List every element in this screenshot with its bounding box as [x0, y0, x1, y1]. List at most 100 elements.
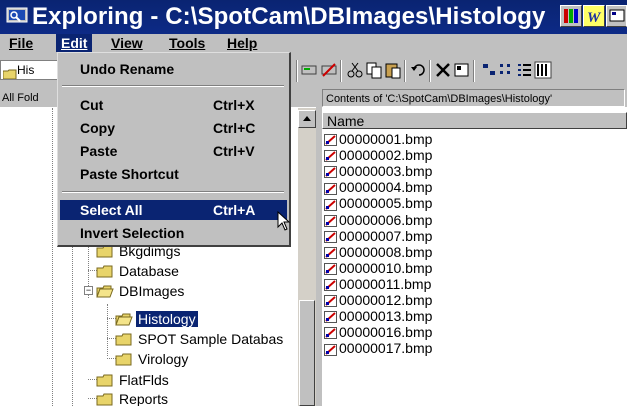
- name-column-header[interactable]: Name: [322, 112, 627, 129]
- menu-bar: File Edit View Tools Help: [0, 34, 627, 52]
- tree-item-label: SPOT Sample Databas: [138, 331, 284, 348]
- paint-file-icon: [324, 343, 337, 356]
- paint-file-icon: [324, 311, 337, 324]
- properties-icon[interactable]: [453, 61, 471, 79]
- file-row[interactable]: 00000004.bmp: [324, 179, 432, 195]
- paint-file-icon: [324, 246, 337, 259]
- file-row[interactable]: 00000002.bmp: [324, 147, 432, 163]
- file-list[interactable]: Name 00000001.bmp 00000002.bmp 00000003.bm…: [322, 108, 627, 406]
- file-name: 00000017.bmp: [339, 340, 433, 357]
- delete-icon[interactable]: [434, 61, 452, 79]
- file-name: 00000001.bmp: [339, 131, 433, 147]
- toolbar-separator: [429, 60, 431, 82]
- menu-invert-selection[interactable]: Invert Selection: [60, 223, 287, 243]
- paint-file-icon: [324, 327, 337, 340]
- file-name: 00000010.bmp: [339, 259, 433, 276]
- file-row[interactable]: 00000008.bmp: [324, 244, 432, 260]
- menu-view-label: View: [111, 35, 143, 51]
- folder-icon: [96, 374, 113, 387]
- copy-icon[interactable]: [365, 61, 383, 79]
- paste-icon[interactable]: [384, 61, 402, 79]
- app-icon[interactable]: [606, 5, 627, 27]
- menu-item-label: Undo Rename: [80, 61, 175, 77]
- large-icons-icon[interactable]: [480, 61, 498, 79]
- file-row[interactable]: 00000003.bmp: [324, 163, 432, 179]
- menu-undo-rename[interactable]: Undo Rename: [60, 59, 287, 79]
- menu-edit[interactable]: Edit: [56, 34, 93, 52]
- menu-cut[interactable]: Cut Ctrl+X: [60, 95, 287, 115]
- menu-copy[interactable]: Copy Ctrl+C: [60, 118, 287, 138]
- menu-item-shortcut: Ctrl+X: [213, 97, 255, 113]
- tree-line: [52, 108, 53, 406]
- menu-tools-label: Tools: [169, 35, 206, 51]
- mouse-cursor-icon: [277, 211, 291, 231]
- file-row[interactable]: 00000005.bmp: [324, 195, 432, 211]
- tree-item-label: Virology: [138, 351, 189, 368]
- paint-file-icon: [324, 295, 337, 308]
- tree-item[interactable]: SPOT Sample Databas: [115, 328, 285, 348]
- file-row[interactable]: 00000006.bmp: [324, 212, 432, 228]
- file-row[interactable]: 00000007.bmp: [324, 228, 432, 244]
- paint-file-icon: [324, 150, 337, 163]
- file-row[interactable]: 00000001.bmp: [324, 131, 432, 147]
- menu-paste[interactable]: Paste Ctrl+V: [60, 141, 287, 161]
- disconnect-drive-icon[interactable]: [320, 61, 338, 79]
- file-name: 00000007.bmp: [339, 227, 433, 244]
- details-view-icon[interactable]: [534, 61, 552, 79]
- toolbar-separator: [296, 60, 298, 82]
- undo-icon[interactable]: [410, 61, 428, 79]
- file-name: 00000016.bmp: [339, 324, 433, 341]
- menu-paste-shortcut[interactable]: Paste Shortcut: [60, 164, 287, 184]
- menu-item-label: Cut: [80, 97, 104, 113]
- toolbar-separator: [340, 60, 342, 82]
- menu-view[interactable]: View: [106, 34, 148, 52]
- arrow-up-icon: [303, 116, 311, 121]
- folder-icon: [115, 353, 132, 366]
- file-row[interactable]: 00000011.bmp: [324, 276, 431, 292]
- menu-item-label: Paste Shortcut: [80, 166, 179, 182]
- small-icons-icon[interactable]: [498, 61, 516, 79]
- file-row[interactable]: 00000012.bmp: [324, 292, 432, 308]
- window-title: Exploring - C:\SpotCam\DBImages\Histolog…: [32, 3, 546, 30]
- file-row[interactable]: 00000017.bmp: [324, 340, 432, 356]
- collapse-toggle[interactable]: −: [84, 286, 93, 295]
- menu-tools[interactable]: Tools: [164, 34, 210, 52]
- title-bar: Exploring - C:\SpotCam\DBImages\Histolog…: [0, 0, 627, 34]
- file-row[interactable]: 00000013.bmp: [324, 308, 432, 324]
- map-drive-icon[interactable]: [300, 61, 318, 79]
- tree-item-label: Reports: [119, 391, 169, 406]
- cut-icon[interactable]: [346, 61, 364, 79]
- menu-file[interactable]: File: [4, 34, 38, 52]
- contents-header: Contents of 'C:\SpotCam\DBImages\Histolo…: [322, 89, 625, 107]
- menu-select-all[interactable]: Select All Ctrl+A: [60, 200, 287, 220]
- menu-help-label: Help: [227, 35, 258, 51]
- menu-item-label: Select All: [80, 202, 143, 218]
- menu-help[interactable]: Help: [222, 34, 262, 52]
- tree-item-label: FlatFlds: [119, 372, 169, 389]
- menu-item-label: Invert Selection: [80, 225, 185, 241]
- address-combo[interactable]: His: [0, 60, 60, 80]
- file-name: 00000008.bmp: [339, 243, 433, 260]
- list-view-icon[interactable]: [516, 61, 534, 79]
- tree-item[interactable]: FlatFlds: [96, 369, 171, 389]
- scroll-thumb[interactable]: [299, 300, 315, 406]
- tree-item[interactable]: DBImages: [96, 280, 186, 300]
- tree-item[interactable]: Database: [96, 260, 181, 280]
- file-row[interactable]: 00000016.bmp: [324, 324, 432, 340]
- folder-icon: [2, 66, 17, 79]
- tree-item[interactable]: Virology: [115, 348, 190, 368]
- tree-item-label: Histology: [135, 310, 199, 329]
- menu-separator: [62, 85, 284, 87]
- taskbar-icon[interactable]: [560, 5, 582, 27]
- toolbar-separator: [473, 60, 475, 82]
- tree-item-selected[interactable]: Histology: [115, 308, 199, 329]
- tree-item[interactable]: Reports: [96, 388, 170, 406]
- word-icon[interactable]: W: [583, 5, 605, 27]
- folder-icon: [96, 393, 113, 406]
- file-row[interactable]: 00000010.bmp: [324, 260, 432, 276]
- paint-file-icon: [324, 166, 337, 179]
- svg-text:W: W: [587, 10, 602, 26]
- scroll-up-button[interactable]: [298, 110, 316, 128]
- menu-item-shortcut: Ctrl+V: [213, 143, 255, 159]
- menu-item-label: Paste: [80, 143, 118, 159]
